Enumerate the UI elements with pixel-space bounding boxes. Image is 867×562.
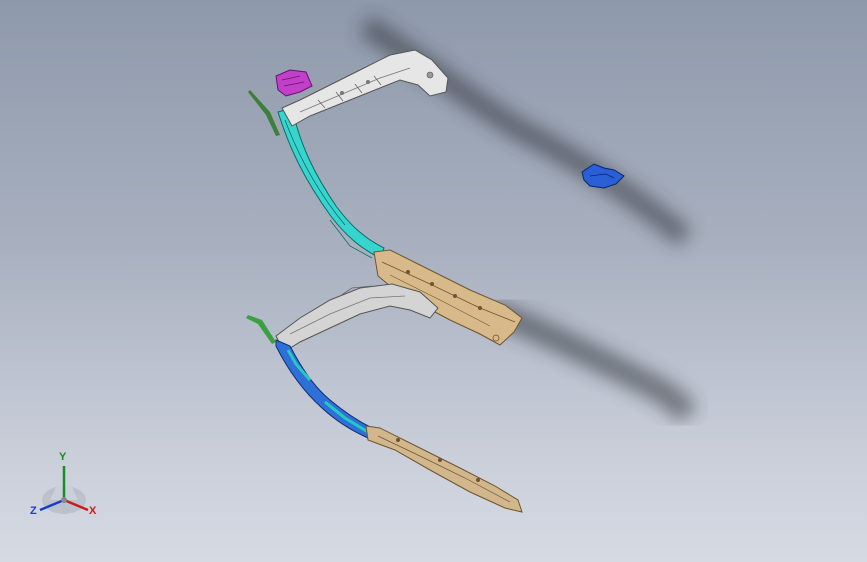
cad-viewport[interactable]: Y Z X [0, 0, 867, 562]
lower-roof-rail [275, 283, 439, 353]
x-axis-label: X [89, 505, 97, 517]
y-axis-label: Y [59, 451, 67, 463]
lower-side-sill [365, 425, 523, 513]
model-view[interactable] [0, 0, 867, 562]
magenta-bracket [275, 69, 313, 97]
z-axis-label: Z [30, 505, 37, 517]
coordinate-triad [39, 466, 89, 514]
upper-a-pillar [277, 107, 385, 259]
shadow-lower [485, 298, 698, 423]
